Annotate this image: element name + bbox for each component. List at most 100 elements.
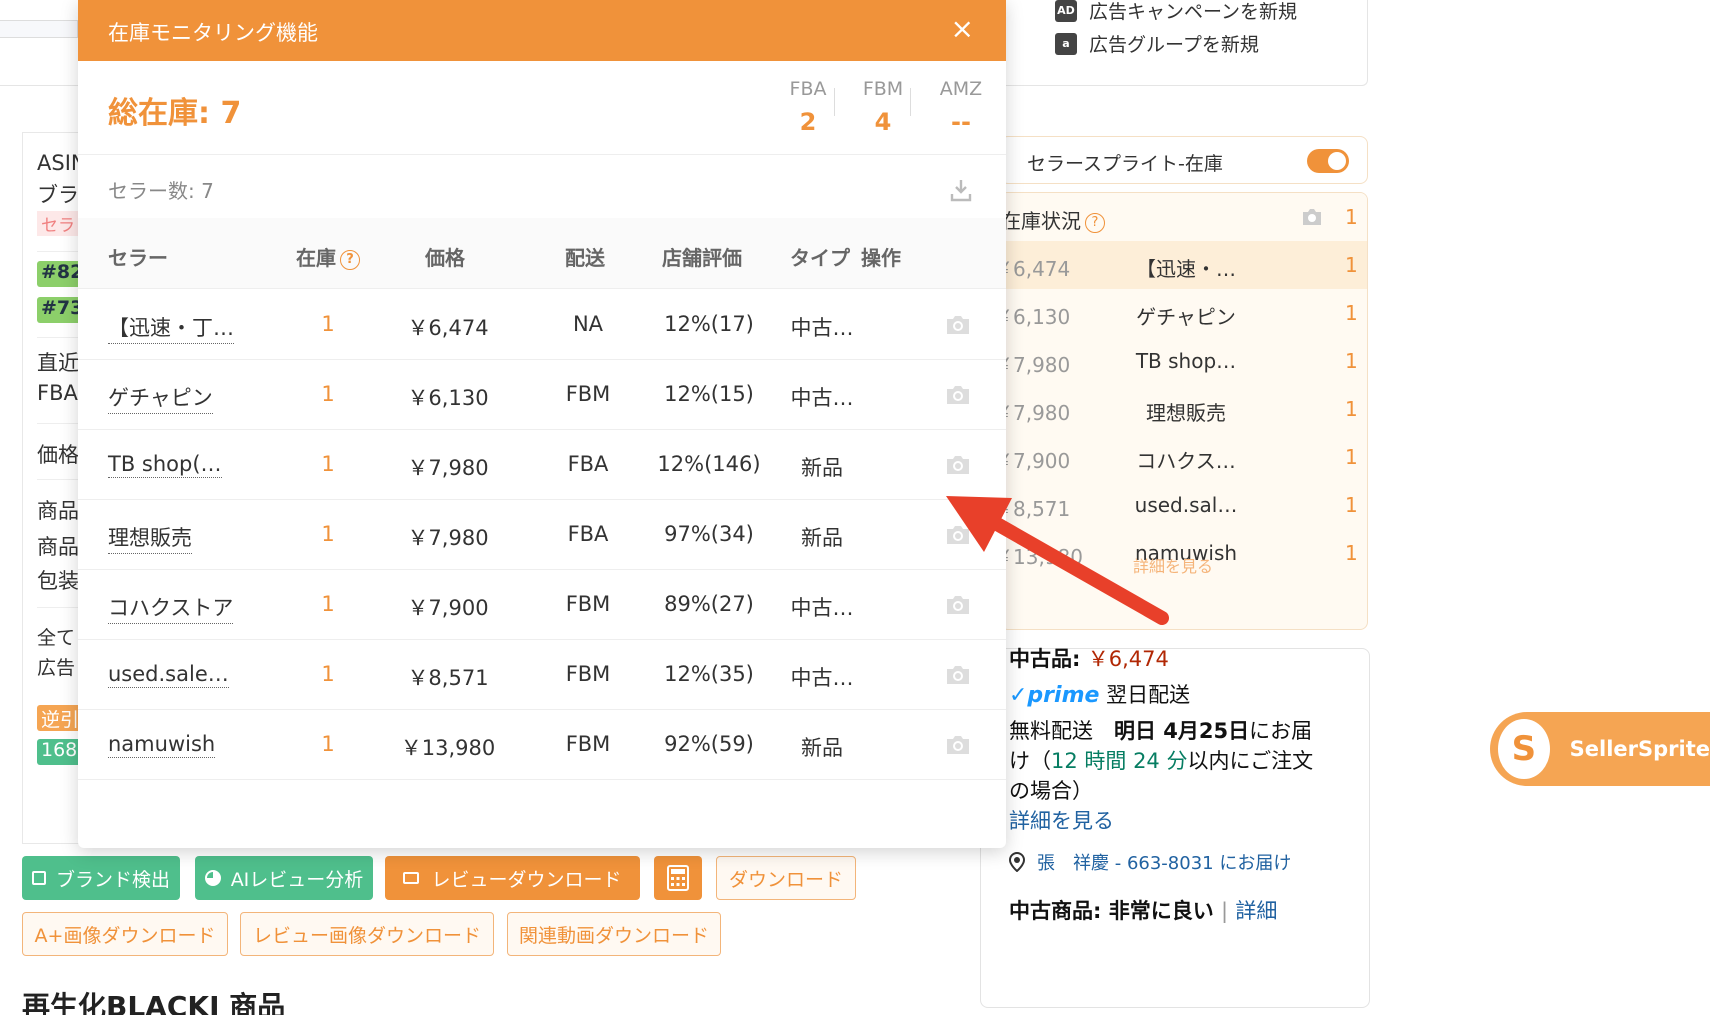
stock-row-name: 【迅速・…	[1136, 257, 1236, 281]
stock-row-count: 1	[1345, 493, 1358, 517]
details-link[interactable]: 詳細を見る	[1009, 805, 1114, 835]
col-ship[interactable]: 配送	[565, 242, 605, 271]
location-pin-icon	[1008, 851, 1026, 873]
related-video-download-button[interactable]: 関連動画ダウンロード	[507, 912, 721, 956]
stock-toggle[interactable]	[1307, 149, 1349, 173]
camera-icon[interactable]	[945, 664, 971, 686]
col-stock[interactable]: 在庫?	[296, 242, 360, 271]
new-campaign-link[interactable]: AD 広告キャンペーンを新規	[1055, 0, 1297, 24]
stock-row-count: 1	[1345, 445, 1358, 469]
stock-monitor-modal: 在庫モニタリング機能 × 総在庫: 7 FBA 2 FBM 4 AMZ -- セラー数…	[78, 0, 1006, 848]
type-cell: 新品	[801, 456, 843, 480]
aplus-download-button[interactable]: A+画像ダウンロード	[22, 912, 228, 956]
stock-widget-row: ￥6,474 【迅速・… 1	[1000, 241, 1367, 289]
col-price[interactable]: 価格	[425, 242, 465, 271]
type-cell: 中古…	[790, 666, 854, 690]
seller-link[interactable]: namuwish	[108, 732, 216, 758]
stock-widget-row: ￥7,980 理想販売 1	[1001, 385, 1367, 433]
seller-link[interactable]: TB shop(…	[108, 452, 222, 478]
prime-logo: ✓prime	[1009, 683, 1100, 708]
total-stock: 総在庫: 7	[108, 96, 242, 131]
ai-review-button[interactable]: AIレビュー分析	[195, 856, 373, 900]
recent-label: 直近	[37, 351, 79, 375]
seller-count: セラー数: 7	[108, 179, 214, 203]
help-icon[interactable]: ?	[340, 250, 360, 270]
stock-cell: 1	[321, 732, 335, 756]
rating-cell: 12%(35)	[664, 662, 754, 686]
seller-link[interactable]: 【迅速・丁…	[108, 312, 234, 344]
ship-cell: FBM	[565, 732, 611, 756]
review-image-download-button[interactable]: レビュー画像ダウンロード	[240, 912, 494, 956]
sellersprite-text: SellerSprite	[1569, 737, 1710, 761]
condition-details-link[interactable]: 詳細	[1235, 899, 1277, 923]
col-type[interactable]: タイプ	[790, 242, 850, 271]
camera-icon[interactable]	[945, 454, 971, 476]
stock-row-count: 1	[1345, 397, 1358, 421]
camera-icon[interactable]	[945, 734, 971, 756]
stock-cell: 1	[321, 312, 335, 336]
ship-cell: NA	[572, 312, 604, 336]
type-cell: 中古…	[790, 386, 854, 410]
stock-row-count: 1	[1345, 349, 1358, 373]
all-label: 全て	[37, 627, 76, 649]
delivery-address[interactable]: 張 祥慶 - 663-8031 にお届け	[1008, 849, 1291, 875]
delivery-line-1: 無料配送 明日 4月25日にお届	[1009, 719, 1313, 743]
sellersprite-badge[interactable]: S SellerSprite	[1490, 712, 1710, 786]
stock-status-count: 1	[1345, 205, 1358, 229]
price-cell: ￥13,980	[400, 736, 496, 760]
seller-link[interactable]: 理想販売	[108, 522, 192, 554]
brand-detect-button[interactable]: ブランド検出	[22, 856, 180, 900]
table-row: 理想販売 1 ￥7,980 FBA 97%(34) 新品	[78, 500, 1006, 570]
col-rating[interactable]: 店舗評価	[662, 242, 742, 271]
stock-row-price: ￥6,474	[1000, 257, 1071, 281]
prime-line: ✓prime 翌日配送	[1009, 683, 1191, 708]
close-icon[interactable]: ×	[951, 12, 974, 45]
product-heading: 再生化BLACKI 商品	[22, 990, 314, 1015]
modal-title: 在庫モニタリング機能	[108, 21, 318, 45]
price-cell: ￥6,130	[407, 386, 489, 410]
calculator-button[interactable]	[654, 856, 702, 900]
table-row: namuwish 1 ￥13,980 FBM 92%(59) 新品	[78, 710, 1006, 780]
stock-widget-row: ￥6,130 ゲチャピン 1	[1001, 289, 1367, 337]
brand-label: ブラ	[37, 183, 79, 207]
type-cell: 新品	[801, 736, 843, 760]
rating-cell: 92%(59)	[664, 732, 754, 756]
calculator-icon	[667, 865, 689, 891]
ad-label: 広告	[37, 657, 76, 679]
stat-fbm: FBM 4	[862, 78, 904, 136]
review-download-button[interactable]: レビューダウンロード	[385, 856, 640, 900]
stock-row-price: ￥7,900	[1000, 449, 1071, 473]
table-row: コハクストア 1 ￥7,900 FBM 89%(27) 中古…	[78, 570, 1006, 640]
rating-cell: 12%(17)	[664, 312, 754, 336]
camera-icon[interactable]	[945, 314, 971, 336]
amazon-icon: a	[1055, 32, 1077, 55]
download-button[interactable]: ダウンロード	[716, 856, 856, 900]
stock-cell: 1	[321, 662, 335, 686]
stock-widget-row: ￥7,980 TB shop… 1	[1001, 337, 1367, 385]
type-cell: 中古…	[790, 596, 854, 620]
ship-cell: FBM	[565, 662, 611, 686]
type-cell: 中古…	[790, 316, 854, 340]
seller-link[interactable]: コハクストア	[108, 592, 234, 624]
ship-cell: FBA	[567, 522, 609, 546]
ship-cell: FBM	[565, 592, 611, 616]
new-group-link[interactable]: a 広告グループを新規	[1055, 30, 1259, 57]
type-cell: 新品	[801, 526, 843, 550]
seller-link[interactable]: used.sale…	[108, 662, 229, 688]
stock-row-count: 1	[1345, 541, 1358, 565]
download-icon[interactable]	[950, 178, 974, 202]
ad-icon: AD	[1055, 0, 1077, 22]
camera-icon[interactable]	[1301, 207, 1323, 225]
camera-icon[interactable]	[945, 384, 971, 406]
price-label: 価格	[37, 443, 79, 467]
stock-cell: 1	[321, 452, 335, 476]
seller-link[interactable]: ゲチャピン	[108, 382, 213, 414]
table-row: ゲチャピン 1 ￥6,130 FBM 12%(15) 中古…	[78, 360, 1006, 430]
stock-row-name: コハクス…	[1136, 449, 1236, 473]
stock-widget-title: セラースプライト-在庫	[1027, 153, 1223, 175]
stock-status-row: 在庫状況? 1	[1001, 193, 1367, 241]
stock-row-count: 1	[1345, 253, 1358, 277]
col-seller[interactable]: セラー	[108, 242, 168, 271]
stock-cell: 1	[321, 382, 335, 406]
price-cell: ￥7,900	[407, 596, 489, 620]
